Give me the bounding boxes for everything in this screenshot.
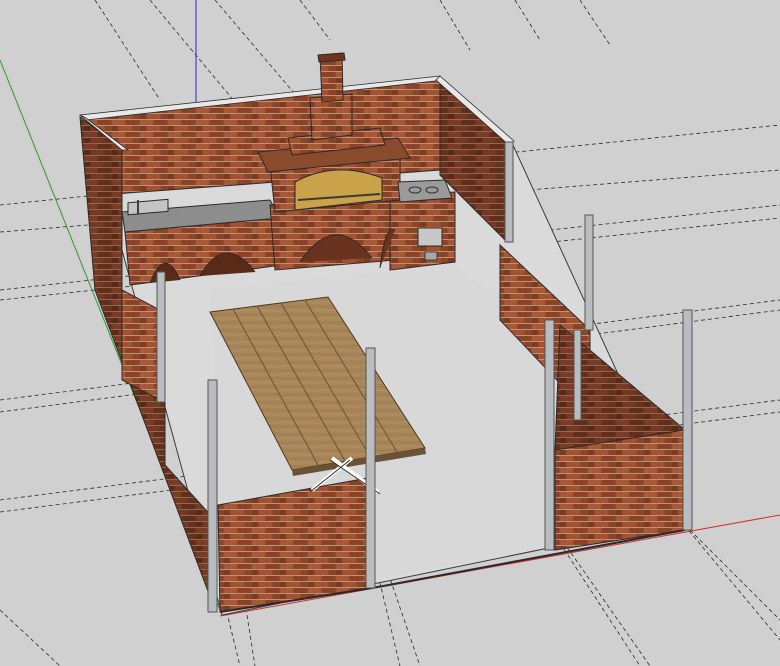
post-6[interactable] — [682, 309, 693, 531]
post-5[interactable] — [584, 214, 594, 331]
post-1[interactable] — [156, 271, 166, 403]
left-inner-wall[interactable] — [121, 289, 161, 401]
post-2[interactable] — [207, 379, 218, 613]
front-right-wall[interactable] — [554, 429, 686, 551]
oven-vent — [424, 251, 438, 261]
oven-door[interactable] — [417, 227, 443, 247]
post-3[interactable] — [365, 347, 376, 589]
stove-cooktop[interactable] — [397, 179, 453, 203]
post-7[interactable] — [504, 141, 514, 243]
3d-model-scene[interactable] — [0, 0, 780, 666]
post-4[interactable] — [544, 319, 555, 551]
chimney-cap — [317, 52, 346, 63]
sketchup-viewport[interactable] — [0, 0, 780, 666]
post-8[interactable] — [573, 329, 582, 421]
